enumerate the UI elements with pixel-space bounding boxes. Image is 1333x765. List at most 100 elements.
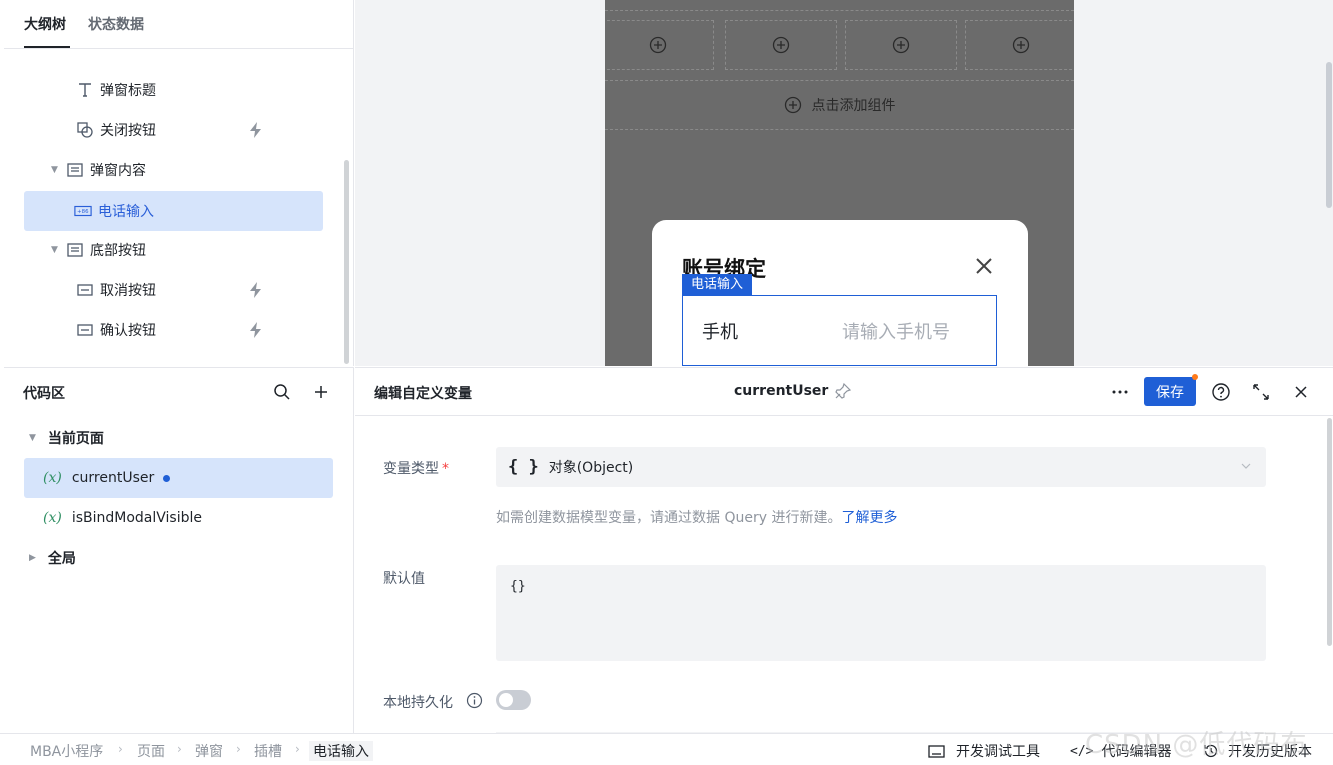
breadcrumb-modal[interactable]: 弹窗: [195, 741, 223, 761]
canvas-scrollbar[interactable]: [1326, 62, 1332, 208]
dev-tools-button[interactable]: 开发调试工具: [928, 741, 1040, 761]
breadcrumb-page[interactable]: 页面: [137, 741, 165, 761]
variable-type-label: 变量类型 *: [383, 458, 449, 478]
code-editor-label: 代码编辑器: [1101, 744, 1172, 760]
required-asterisk: *: [442, 461, 449, 477]
caret-down-icon: ▼: [29, 433, 36, 443]
tab-state-data[interactable]: 状态数据: [88, 14, 144, 34]
button-icon: [77, 324, 93, 336]
info-icon[interactable]: [466, 692, 483, 709]
code-icon: </>: [1070, 743, 1094, 759]
variable-icon: (x): [43, 510, 62, 526]
svg-text:+86: +86: [77, 209, 89, 215]
code-editor-button[interactable]: </> 代码编辑器: [1070, 741, 1171, 761]
breadcrumb-separator: ›: [177, 742, 182, 756]
chevron-down-icon: [1241, 463, 1251, 469]
add-circle-icon: [1012, 36, 1030, 54]
code-area-title: 代码区: [23, 386, 65, 402]
add-icon[interactable]: [313, 384, 329, 400]
grid-slot[interactable]: [965, 20, 1074, 70]
tree-item-modal-content[interactable]: ▼ 弹窗内容: [24, 150, 323, 190]
close-icon[interactable]: [974, 256, 994, 276]
phone-field-placeholder: 请输入手机号: [842, 321, 950, 343]
more-icon[interactable]: [1110, 382, 1130, 402]
variable-editor-panel: 编辑自定义变量 currentUser 保存 变量类型 * { } 对象(Obje…: [355, 367, 1333, 734]
dev-tools-label: 开发调试工具: [956, 744, 1040, 760]
persist-toggle[interactable]: [496, 690, 531, 710]
save-button[interactable]: 保存: [1144, 377, 1196, 406]
tree-item-confirm-button[interactable]: 确认按钮: [24, 310, 323, 350]
expand-icon[interactable]: [1251, 382, 1271, 402]
outline-scrollbar[interactable]: [344, 160, 349, 364]
add-component-label: 点击添加组件: [811, 98, 896, 114]
variable-item-current-user[interactable]: (x) currentUser: [24, 458, 333, 498]
group-label: 当前页面: [47, 431, 104, 447]
tree-item-label: 底部按钮: [90, 243, 146, 259]
tree-item-label: 电话输入: [98, 204, 154, 220]
variable-icon: (x): [43, 470, 62, 486]
lightning-icon[interactable]: [246, 320, 266, 340]
add-component-slot[interactable]: 点击添加组件: [605, 80, 1074, 130]
code-area-panel: 代码区 ▼ 当前页面 (x) currentUser (x) isBindMod…: [4, 367, 354, 733]
lightning-icon[interactable]: [246, 280, 266, 300]
outline-panel: 大纲树 状态数据 弹窗标题 关闭按钮 ▼ 弹窗内容 +86 电话输入 ▼ 底部按…: [4, 0, 354, 366]
editor-title: 编辑自定义变量: [374, 386, 472, 402]
tree-item-label: 弹窗标题: [100, 83, 156, 99]
add-circle-icon: [892, 36, 910, 54]
phone-preview: 点击添加组件 账号绑定 电话输入 手机 请输入手机号: [605, 0, 1074, 366]
hint-text: 如需创建数据模型变量，请通过数据 Query 进行新建。: [496, 510, 842, 526]
tree-item-modal-title[interactable]: 弹窗标题: [24, 70, 323, 110]
variable-name: currentUser: [71, 470, 155, 486]
tree-item-label: 取消按钮: [100, 283, 156, 299]
pin-icon[interactable]: [834, 382, 852, 400]
unsaved-dot: [1192, 374, 1198, 380]
close-icon[interactable]: [1291, 382, 1311, 402]
caret-down-icon[interactable]: ▼: [51, 165, 58, 175]
editor-scrollbar[interactable]: [1327, 418, 1332, 646]
grid-slot[interactable]: [845, 20, 957, 70]
modified-dot: [163, 474, 171, 482]
add-circle-icon: [772, 36, 790, 54]
monitor-icon: [928, 744, 945, 758]
variable-type-select[interactable]: { } 对象(Object): [496, 447, 1266, 487]
phone-field-label: 手机: [702, 321, 738, 343]
default-value-editor[interactable]: {}: [496, 565, 1266, 661]
text-icon: [79, 83, 91, 97]
select-value: 对象(Object): [548, 460, 634, 476]
default-value-label: 默认值: [383, 571, 425, 587]
variable-name: isBindModalVisible: [71, 510, 202, 526]
grid-slot[interactable]: [605, 20, 714, 70]
grid-slot[interactable]: [725, 20, 837, 70]
caret-right-icon: ▶: [29, 553, 36, 563]
lightning-icon[interactable]: [246, 120, 266, 140]
help-icon[interactable]: [1211, 382, 1231, 402]
variable-item-is-bind-modal-visible[interactable]: (x) isBindModalVisible: [24, 498, 333, 538]
variable-name-text: currentUser: [734, 383, 829, 399]
history-button[interactable]: 开发历史版本: [1203, 741, 1312, 761]
history-label: 开发历史版本: [1228, 744, 1312, 760]
tree-item-footer-buttons[interactable]: ▼ 底部按钮: [24, 230, 323, 270]
phone-input-field[interactable]: 手机 请输入手机号: [682, 295, 997, 366]
add-circle-icon: [649, 36, 667, 54]
tree-item-label: 确认按钮: [100, 323, 156, 339]
container-icon: [67, 243, 83, 257]
phone-input-icon: +86: [74, 205, 92, 217]
tree-item-phone-input[interactable]: +86 电话输入: [24, 191, 323, 231]
object-braces-icon: { }: [508, 457, 539, 477]
tree-item-close-button[interactable]: 关闭按钮: [24, 110, 323, 150]
group-global[interactable]: ▶ 全局: [29, 548, 76, 568]
breadcrumb-separator: ›: [295, 742, 300, 756]
breadcrumb-app[interactable]: MBA小程序: [30, 741, 103, 761]
learn-more-link[interactable]: 了解更多: [841, 510, 897, 526]
caret-down-icon[interactable]: ▼: [51, 245, 58, 255]
tree-item-cancel-button[interactable]: 取消按钮: [24, 270, 323, 310]
editor-header: 编辑自定义变量 currentUser 保存: [355, 368, 1333, 416]
outline-tabs: 大纲树 状态数据: [4, 0, 353, 49]
breadcrumb-current[interactable]: 电话输入: [309, 741, 373, 761]
search-icon[interactable]: [273, 383, 291, 401]
container-icon: [67, 163, 83, 177]
breadcrumb-separator: ›: [118, 742, 123, 756]
tab-outline-tree[interactable]: 大纲树: [24, 14, 66, 34]
group-current-page[interactable]: ▼ 当前页面: [29, 428, 104, 448]
breadcrumb-slot[interactable]: 插槽: [254, 741, 282, 761]
